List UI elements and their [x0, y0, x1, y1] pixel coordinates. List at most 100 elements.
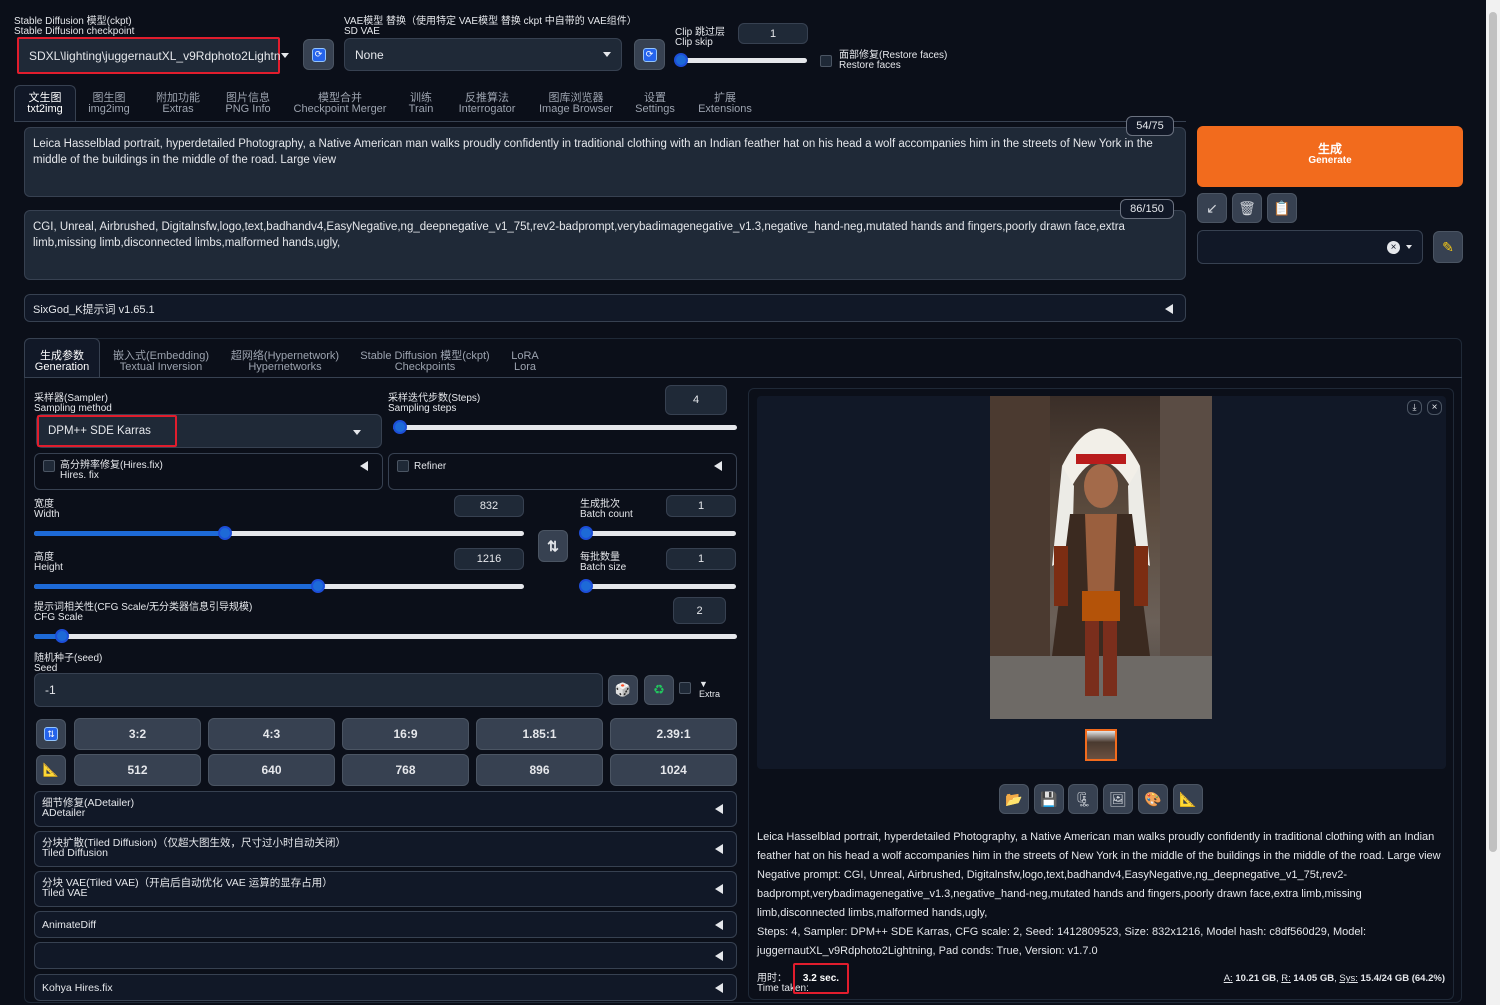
steps-slider[interactable]: [392, 420, 737, 434]
tab-textual-inversion[interactable]: 嵌入式(Embedding) Textual Inversion: [112, 351, 210, 373]
tab-lora[interactable]: LoRA Lora: [506, 351, 544, 373]
tab-generation[interactable]: 生成参数 Generation: [30, 351, 94, 373]
clip-skip-input[interactable]: 1: [738, 23, 808, 44]
seed-input[interactable]: -1: [34, 673, 603, 707]
tab-png-info[interactable]: 图片信息 PNG Info: [220, 93, 276, 115]
tiled-vae-accordion[interactable]: 分块 VAE(Tiled VAE)（开启后自动优化 VAE 运算的显存占用） Ti…: [34, 871, 737, 907]
read-params-button[interactable]: ↙: [1197, 193, 1227, 223]
tab-hypernetworks[interactable]: 超网络(Hypernetwork) Hypernetworks: [228, 351, 342, 373]
prompt-textarea[interactable]: Leica Hasselblad portrait, hyperdetailed…: [24, 127, 1186, 197]
tab-interrogator[interactable]: 反推算法 Interrogator: [454, 93, 520, 115]
cfg-slider[interactable]: [34, 629, 737, 643]
hires-accordion[interactable]: 高分辨率修复(Hires.fix) Hires. fix: [34, 453, 383, 490]
restore-faces-checkbox[interactable]: [820, 55, 832, 67]
steps-input[interactable]: 4: [665, 385, 727, 415]
tab-img2img[interactable]: 图生图 img2img: [84, 93, 134, 115]
paste-style-button[interactable]: 📋: [1267, 193, 1297, 223]
tab-extensions[interactable]: 扩展 Extensions: [696, 93, 754, 115]
collapse-arrow-icon: [715, 804, 723, 814]
open-folder-button[interactable]: 📂: [999, 784, 1029, 814]
page-scrollbar-thumb[interactable]: [1489, 12, 1497, 852]
set-square-icon: 📐: [42, 762, 60, 777]
kohya-hires-accordion[interactable]: Kohya Hires.fix: [34, 974, 737, 1001]
clear-styles-icon[interactable]: ×: [1387, 240, 1400, 254]
size-1024-button[interactable]: 1024: [610, 754, 737, 786]
checkpoint-select[interactable]: SDXL\lighting\juggernautXL_v9Rdphoto2Lig…: [17, 37, 289, 74]
size-896-button[interactable]: 896: [476, 754, 603, 786]
batch-size-input[interactable]: 1: [666, 548, 736, 570]
batch-size-slider[interactable]: [579, 579, 736, 593]
send-to-img2img-button[interactable]: 🖼: [1103, 784, 1133, 814]
negative-prompt-textarea[interactable]: CGI, Unreal, Airbrushed, Digitalnsfw,log…: [24, 210, 1186, 280]
cfg-input[interactable]: 2: [673, 597, 726, 624]
batch-count-input[interactable]: 1: [666, 495, 736, 517]
unnamed-accordion[interactable]: [34, 942, 737, 969]
ratio-16-9-button[interactable]: 16:9: [342, 718, 469, 750]
download-image-button[interactable]: ⤓: [1407, 400, 1422, 415]
batch-size-knob[interactable]: [579, 579, 593, 593]
seed-extra-label[interactable]: ▼ Extra: [699, 679, 720, 699]
vae-select[interactable]: None: [344, 38, 622, 71]
close-image-button[interactable]: ×: [1427, 400, 1442, 415]
refresh-vae-button[interactable]: ⟳: [634, 39, 665, 70]
hires-checkbox[interactable]: [43, 460, 55, 472]
batch-count-knob[interactable]: [579, 526, 593, 540]
width-slider[interactable]: [34, 526, 524, 540]
clip-skip-knob[interactable]: [674, 53, 688, 67]
close-icon: ×: [1431, 402, 1438, 413]
ratio-2-39-1-button[interactable]: 2.39:1: [610, 718, 737, 750]
random-seed-button[interactable]: 🎲: [608, 675, 638, 705]
folder-icon: 📂: [1005, 790, 1023, 807]
chevron-down-icon: [353, 430, 361, 435]
vae-value: None: [355, 47, 384, 62]
seed-extra-checkbox[interactable]: [679, 682, 691, 694]
size-640-button[interactable]: 640: [208, 754, 335, 786]
sixgod-accordion[interactable]: SixGod_K提示词 v1.65.1: [24, 294, 1186, 322]
ratio-4-3-button[interactable]: 4:3: [208, 718, 335, 750]
sixgod-label: SixGod_K提示词 v1.65.1: [33, 304, 155, 316]
reuse-seed-button[interactable]: ♻: [644, 675, 674, 705]
width-input[interactable]: 832: [454, 495, 524, 517]
batch-count-slider[interactable]: [579, 526, 736, 540]
tiled-diffusion-accordion[interactable]: 分块扩散(Tiled Diffusion)（仅超大图生效，尺寸过小时自动关闭） T…: [34, 831, 737, 867]
styles-select[interactable]: ×: [1197, 230, 1423, 264]
steps-knob[interactable]: [392, 420, 407, 434]
send-to-inpaint-button[interactable]: 🎨: [1138, 784, 1168, 814]
send-to-extras-button[interactable]: 📐: [1173, 784, 1203, 814]
refiner-accordion[interactable]: Refiner: [388, 453, 737, 490]
animatediff-accordion[interactable]: AnimateDiff: [34, 911, 737, 938]
zip-button[interactable]: 🗜: [1068, 784, 1098, 814]
generate-button[interactable]: 生成 Generate: [1197, 126, 1463, 187]
width-fill: [34, 531, 226, 536]
ratio-1-85-1-button[interactable]: 1.85:1: [476, 718, 603, 750]
tab-txt2img[interactable]: 文生图 txt2img: [18, 93, 72, 115]
tab-train[interactable]: 训练 Train: [402, 93, 440, 115]
edit-styles-button[interactable]: ✎: [1433, 231, 1463, 263]
height-slider[interactable]: [34, 579, 524, 593]
tabs-divider: [14, 121, 1186, 122]
clip-skip-slider[interactable]: [674, 53, 807, 67]
tab-image-browser[interactable]: 图库浏览器 Image Browser: [536, 93, 616, 115]
swap-dimensions-button[interactable]: ⇅: [538, 530, 568, 562]
calc-size-button[interactable]: 📐: [36, 755, 66, 785]
width-knob[interactable]: [218, 526, 233, 540]
tab-extras[interactable]: 附加功能 Extras: [150, 93, 206, 115]
adetailer-accordion[interactable]: 细节修复(ADetailer) ADetailer: [34, 791, 737, 827]
height-input[interactable]: 1216: [454, 548, 524, 570]
clear-prompt-button[interactable]: 🗑: [1232, 193, 1262, 223]
cfg-knob[interactable]: [55, 629, 70, 643]
size-512-button[interactable]: 512: [74, 754, 201, 786]
generated-image[interactable]: [990, 396, 1212, 719]
tab-checkpoint-merger[interactable]: 模型合并 Checkpoint Merger: [292, 93, 388, 115]
tab-settings[interactable]: 设置 Settings: [632, 93, 678, 115]
refiner-checkbox[interactable]: [397, 460, 409, 472]
swap-orientation-button[interactable]: ⇅: [36, 719, 66, 749]
page-scrollbar-track[interactable]: [1486, 0, 1500, 1005]
save-button[interactable]: 💾: [1034, 784, 1064, 814]
refresh-checkpoint-button[interactable]: ⟳: [303, 39, 334, 70]
size-768-button[interactable]: 768: [342, 754, 469, 786]
tab-checkpoints[interactable]: Stable Diffusion 模型(ckpt) Checkpoints: [360, 351, 490, 373]
ratio-3-2-button[interactable]: 3:2: [74, 718, 201, 750]
palette-icon: 🎨: [1144, 790, 1162, 807]
gallery-thumbnail[interactable]: [1085, 729, 1117, 761]
